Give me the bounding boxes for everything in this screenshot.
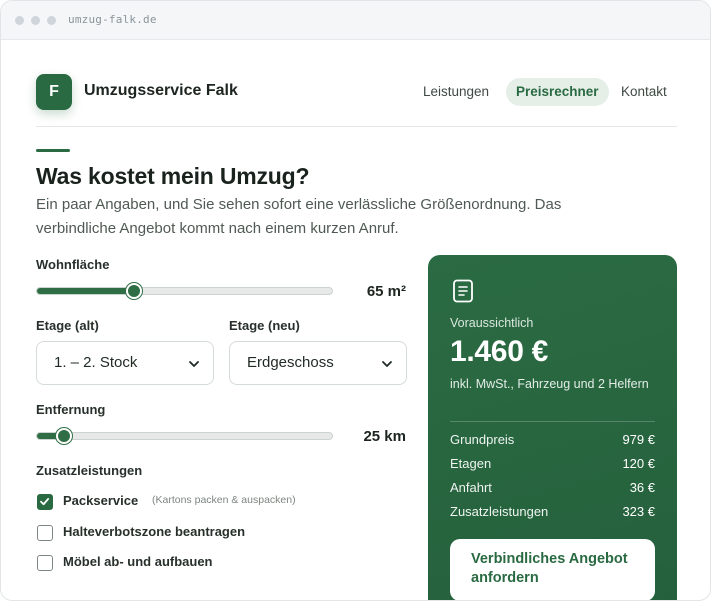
- estimate-caption: Voraussichtlich: [450, 316, 534, 330]
- moebel-checkbox[interactable]: [37, 555, 53, 571]
- floor-old-value: 1. – 2. Stock: [54, 354, 138, 371]
- area-slider[interactable]: [36, 283, 333, 299]
- browser-window: umzug-falk.de F Umzugsservice Falk Leist…: [0, 0, 711, 601]
- check-icon: [40, 498, 50, 506]
- row-etagen-label: Etagen: [450, 456, 492, 471]
- floor-new-label: Etage (neu): [229, 318, 300, 333]
- floor-new-value: Erdgeschoss: [247, 354, 334, 371]
- card-divider: [450, 421, 655, 422]
- brand-name[interactable]: Umzugsservice Falk: [84, 82, 238, 100]
- nav-kontakt[interactable]: Kontakt: [621, 78, 667, 106]
- distance-label: Entfernung: [36, 402, 106, 417]
- area-value: 65 m²: [366, 283, 406, 300]
- moebel-label[interactable]: Möbel ab- und aufbauen: [63, 554, 213, 569]
- distance-slider[interactable]: [36, 428, 333, 444]
- distance-slider-thumb[interactable]: [55, 428, 72, 444]
- request-quote-button[interactable]: Verbindliches Angebot anfordern: [450, 539, 655, 600]
- row-zusatz-label: Zusatzleistungen: [450, 504, 549, 519]
- floor-old-label: Etage (alt): [36, 318, 99, 333]
- price-summary-card: Voraussichtlich 1.460 € inkl. MwSt., Fah…: [428, 255, 677, 600]
- row-zusatz-value: 323 €: [622, 504, 655, 519]
- row-grundpreis-label: Grundpreis: [450, 432, 515, 447]
- row-etagen-value: 120 €: [622, 456, 655, 471]
- address-bar[interactable]: umzug-falk.de: [68, 13, 157, 26]
- header-divider: [36, 126, 677, 127]
- estimated-price: 1.460 €: [450, 335, 548, 368]
- window-dot: [31, 16, 40, 25]
- halteverbot-checkbox[interactable]: [37, 525, 53, 541]
- window-dot: [15, 16, 24, 25]
- distance-value: 25 km: [363, 428, 406, 445]
- price-note: inkl. MwSt., Fahrzeug und 2 Helfern: [450, 377, 649, 391]
- area-label: Wohnfläche: [36, 257, 110, 272]
- floor-new-select[interactable]: Erdgeschoss: [229, 341, 407, 385]
- packservice-label[interactable]: Packservice: [63, 493, 138, 508]
- row-anfahrt-value: 36 €: [629, 480, 655, 495]
- packservice-checkbox[interactable]: [37, 494, 53, 510]
- area-slider-fill: [37, 288, 135, 294]
- chevron-down-icon: [189, 361, 199, 367]
- browser-chrome: umzug-falk.de: [1, 1, 710, 40]
- window-dot: [47, 16, 56, 25]
- extras-label: Zusatzleistungen: [36, 463, 143, 478]
- page-title: Was kostet mein Umzug?: [36, 163, 310, 189]
- nav-preisrechner[interactable]: Preisrechner: [506, 78, 609, 106]
- packservice-hint: (Kartons packen & auspacken): [152, 494, 296, 506]
- row-anfahrt-label: Anfahrt: [450, 480, 492, 495]
- chevron-down-icon: [382, 361, 392, 367]
- brand-logo[interactable]: F: [36, 74, 72, 110]
- area-slider-thumb[interactable]: [126, 283, 143, 299]
- row-grundpreis-value: 979 €: [622, 432, 655, 447]
- halteverbot-label[interactable]: Halteverbotszone beantragen: [63, 524, 245, 539]
- nav-leistungen[interactable]: Leistungen: [423, 78, 489, 106]
- document-icon: [453, 279, 473, 303]
- intro-text: Ein paar Angaben, und Sie sehen sofort e…: [36, 196, 562, 237]
- accent-bar: [36, 149, 70, 152]
- floor-old-select[interactable]: 1. – 2. Stock: [36, 341, 214, 385]
